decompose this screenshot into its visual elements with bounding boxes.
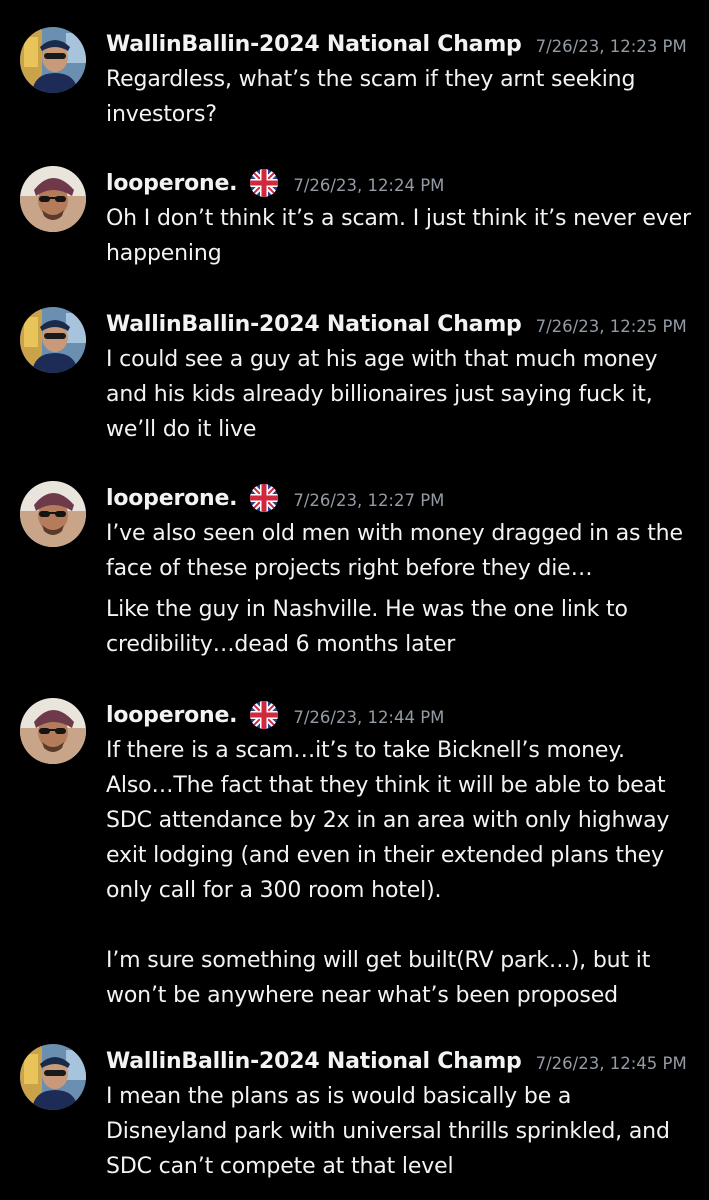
message-header: WallinBallin-2024 National Champ 7/26/23…: [106, 307, 687, 341]
message-text: I’ve also seen old men with money dragge…: [106, 521, 683, 546]
message-text: Regardless, what’s the scam if they arnt…: [106, 67, 636, 92]
message-text: we’ll do it live: [106, 417, 257, 442]
author-name[interactable]: WallinBallin-2024 National Champ: [106, 312, 522, 337]
message-text: exit lodging (and even in their extended…: [106, 843, 664, 868]
message-header: WallinBallin-2024 National Champ 7/26/23…: [106, 1044, 687, 1078]
message-text: I could see a guy at his age with that m…: [106, 347, 658, 372]
message-text: Disneyland park with universal thrills s…: [106, 1119, 670, 1144]
message-timestamp: 7/26/23, 12:45 PM: [535, 1053, 687, 1073]
message-text: investors?: [106, 102, 217, 127]
message-header: looperone. 7/26/23, 12:44 PM: [106, 698, 444, 732]
message-timestamp: 7/26/23, 12:25 PM: [535, 316, 687, 336]
message-timestamp: 7/26/23, 12:27 PM: [293, 490, 445, 510]
message-text: If there is a scam…it’s to take Bicknell…: [106, 738, 625, 763]
message-text: happening: [106, 241, 222, 266]
author-name[interactable]: looperone.: [106, 171, 238, 196]
avatar-looperone[interactable]: [20, 698, 86, 764]
message-text-followup: Like the guy in Nashville. He was the on…: [106, 597, 628, 622]
message-text-followup: credibility…dead 6 months later: [106, 632, 456, 657]
message-header: looperone. 7/26/23, 12:24 PM: [106, 166, 444, 200]
message-text: won’t be anywhere near what’s been propo…: [106, 983, 618, 1008]
message-header: looperone. 7/26/23, 12:27 PM: [106, 481, 444, 515]
author-name[interactable]: looperone.: [106, 703, 238, 728]
message-text: Oh I don’t think it’s a scam. I just thi…: [106, 206, 691, 231]
message-text: SDC attendance by 2x in an area with onl…: [106, 808, 670, 833]
uk-flag-icon: [249, 483, 279, 513]
avatar-looperone[interactable]: [20, 481, 86, 547]
message-text: face of these projects right before they…: [106, 556, 593, 581]
uk-flag-icon: [249, 168, 279, 198]
avatar-wallinballin[interactable]: [20, 307, 86, 373]
message-header: WallinBallin-2024 National Champ 7/26/23…: [106, 27, 687, 61]
message-feed: WallinBallin-2024 National Champ 7/26/23…: [0, 0, 709, 1200]
message-text: Also…The fact that they think it will be…: [106, 773, 666, 798]
message-timestamp: 7/26/23, 12:44 PM: [293, 707, 445, 727]
message-text: only call for a 300 room hotel).: [106, 878, 442, 903]
author-name[interactable]: WallinBallin-2024 National Champ: [106, 1049, 522, 1074]
avatar-wallinballin[interactable]: [20, 27, 86, 93]
author-name[interactable]: WallinBallin-2024 National Champ: [106, 32, 522, 57]
author-name[interactable]: looperone.: [106, 486, 238, 511]
message-text: SDC can’t compete at that level: [106, 1154, 454, 1179]
message-text: I’m sure something will get built(RV par…: [106, 948, 651, 973]
message-text: and his kids already billionaires just s…: [106, 382, 653, 407]
message-text: I mean the plans as is would basically b…: [106, 1084, 572, 1109]
message-timestamp: 7/26/23, 12:23 PM: [535, 36, 687, 56]
uk-flag-icon: [249, 700, 279, 730]
message-timestamp: 7/26/23, 12:24 PM: [293, 175, 445, 195]
avatar-wallinballin[interactable]: [20, 1044, 86, 1110]
avatar-looperone[interactable]: [20, 166, 86, 232]
